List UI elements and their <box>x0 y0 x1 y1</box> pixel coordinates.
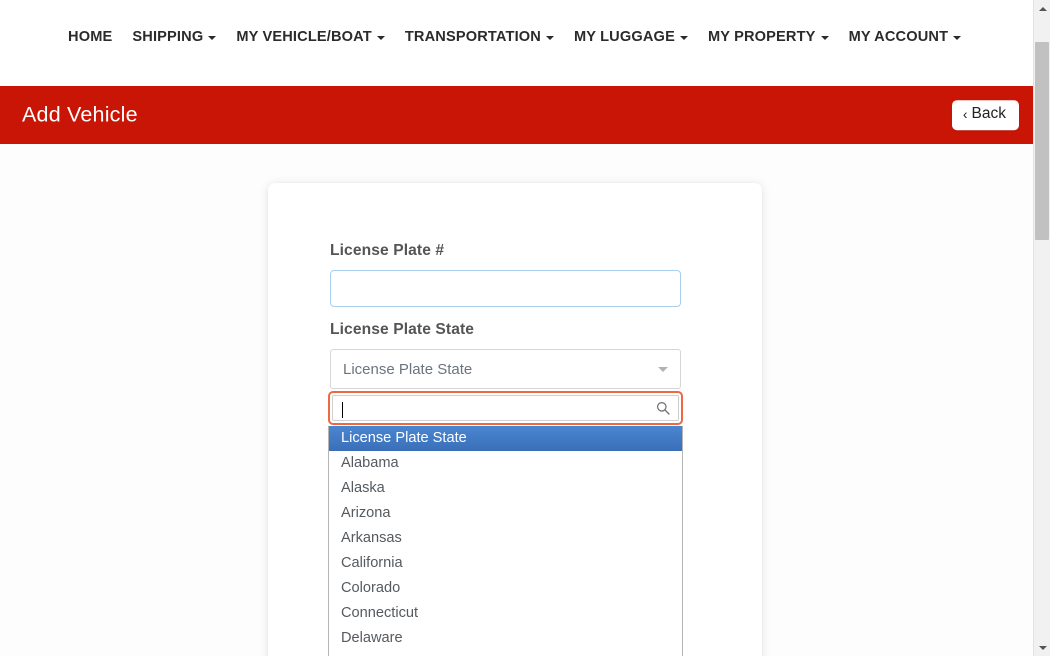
chevron-left-icon: ‹ <box>962 106 968 123</box>
nav-item-label: MY ACCOUNT <box>848 29 949 45</box>
chevron-down-icon <box>208 36 217 41</box>
state-search-box[interactable] <box>332 395 679 421</box>
state-option[interactable]: Arkansas <box>329 526 682 551</box>
scroll-down-arrow-icon[interactable] <box>1034 639 1050 656</box>
nav-item-shipping[interactable]: SHIPPING <box>132 29 217 45</box>
add-vehicle-form-card: License Plate # License Plate State Lice… <box>268 183 762 656</box>
state-search-focus-ring <box>328 391 683 425</box>
nav-item-label: TRANSPORTATION <box>404 29 541 45</box>
page-header-bar: Add Vehicle ‹ Back <box>0 86 1033 144</box>
state-option[interactable]: Connecticut <box>329 601 682 626</box>
license-plate-number-label: License Plate # <box>330 242 445 259</box>
state-option[interactable]: Alabama <box>329 451 682 476</box>
chevron-down-icon <box>953 36 962 41</box>
state-search-input[interactable] <box>333 396 678 420</box>
nav-item-my-vehicle-boat[interactable]: MY VEHICLE/BOAT <box>236 30 385 45</box>
page-viewport: HOME SHIPPING MY VEHICLE/BOAT TRANSPORTATIO… <box>0 0 1033 656</box>
page-title: Add Vehicle <box>22 102 138 127</box>
browser-scrollbar[interactable] <box>1033 0 1050 656</box>
nav-item-label: MY VEHICLE/BOAT <box>236 29 372 45</box>
chevron-down-icon <box>376 36 385 41</box>
license-plate-state-selected-value: License Plate State <box>343 360 473 378</box>
scrollbar-thumb[interactable] <box>1035 42 1049 240</box>
back-button-label: Back <box>971 105 1006 123</box>
chevron-down-icon <box>679 36 688 41</box>
state-option[interactable]: Alaska <box>329 476 682 501</box>
nav-item-home[interactable]: HOME <box>68 30 112 45</box>
text-cursor <box>342 402 343 418</box>
nav-item-my-account[interactable]: MY ACCOUNT <box>849 30 962 45</box>
chevron-down-icon <box>658 366 668 372</box>
nav-item-label: SHIPPING <box>132 29 204 45</box>
nav-item-label: HOME <box>68 29 113 45</box>
license-plate-state-select[interactable]: License Plate State <box>330 349 681 389</box>
chevron-down-icon <box>820 36 829 41</box>
nav-item-my-property[interactable]: MY PROPERTY <box>708 30 829 45</box>
license-plate-number-input[interactable] <box>330 270 681 307</box>
state-option[interactable]: License Plate State <box>329 426 682 451</box>
scroll-up-arrow-icon[interactable] <box>1034 0 1050 17</box>
nav-item-label: MY PROPERTY <box>707 29 816 45</box>
main-navigation: HOME SHIPPING MY VEHICLE/BOAT TRANSPORTATIO… <box>0 0 1033 86</box>
state-option-list[interactable]: License Plate State Alabama Alaska Arizona A… <box>328 426 683 656</box>
nav-item-label: MY LUGGAGE <box>573 29 675 45</box>
chevron-down-icon <box>545 36 554 41</box>
back-button[interactable]: ‹ Back <box>951 100 1019 130</box>
nav-item-my-luggage[interactable]: MY LUGGAGE <box>574 30 688 45</box>
state-option[interactable]: California <box>329 551 682 576</box>
state-option[interactable]: Colorado <box>329 576 682 601</box>
nav-item-list: HOME SHIPPING MY VEHICLE/BOAT TRANSPORTATIO… <box>68 29 962 45</box>
license-plate-state-label: License Plate State <box>330 321 475 338</box>
nav-item-transportation[interactable]: TRANSPORTATION <box>405 30 554 45</box>
state-option[interactable]: Arizona <box>329 501 682 526</box>
state-option[interactable]: Delaware <box>329 626 682 651</box>
